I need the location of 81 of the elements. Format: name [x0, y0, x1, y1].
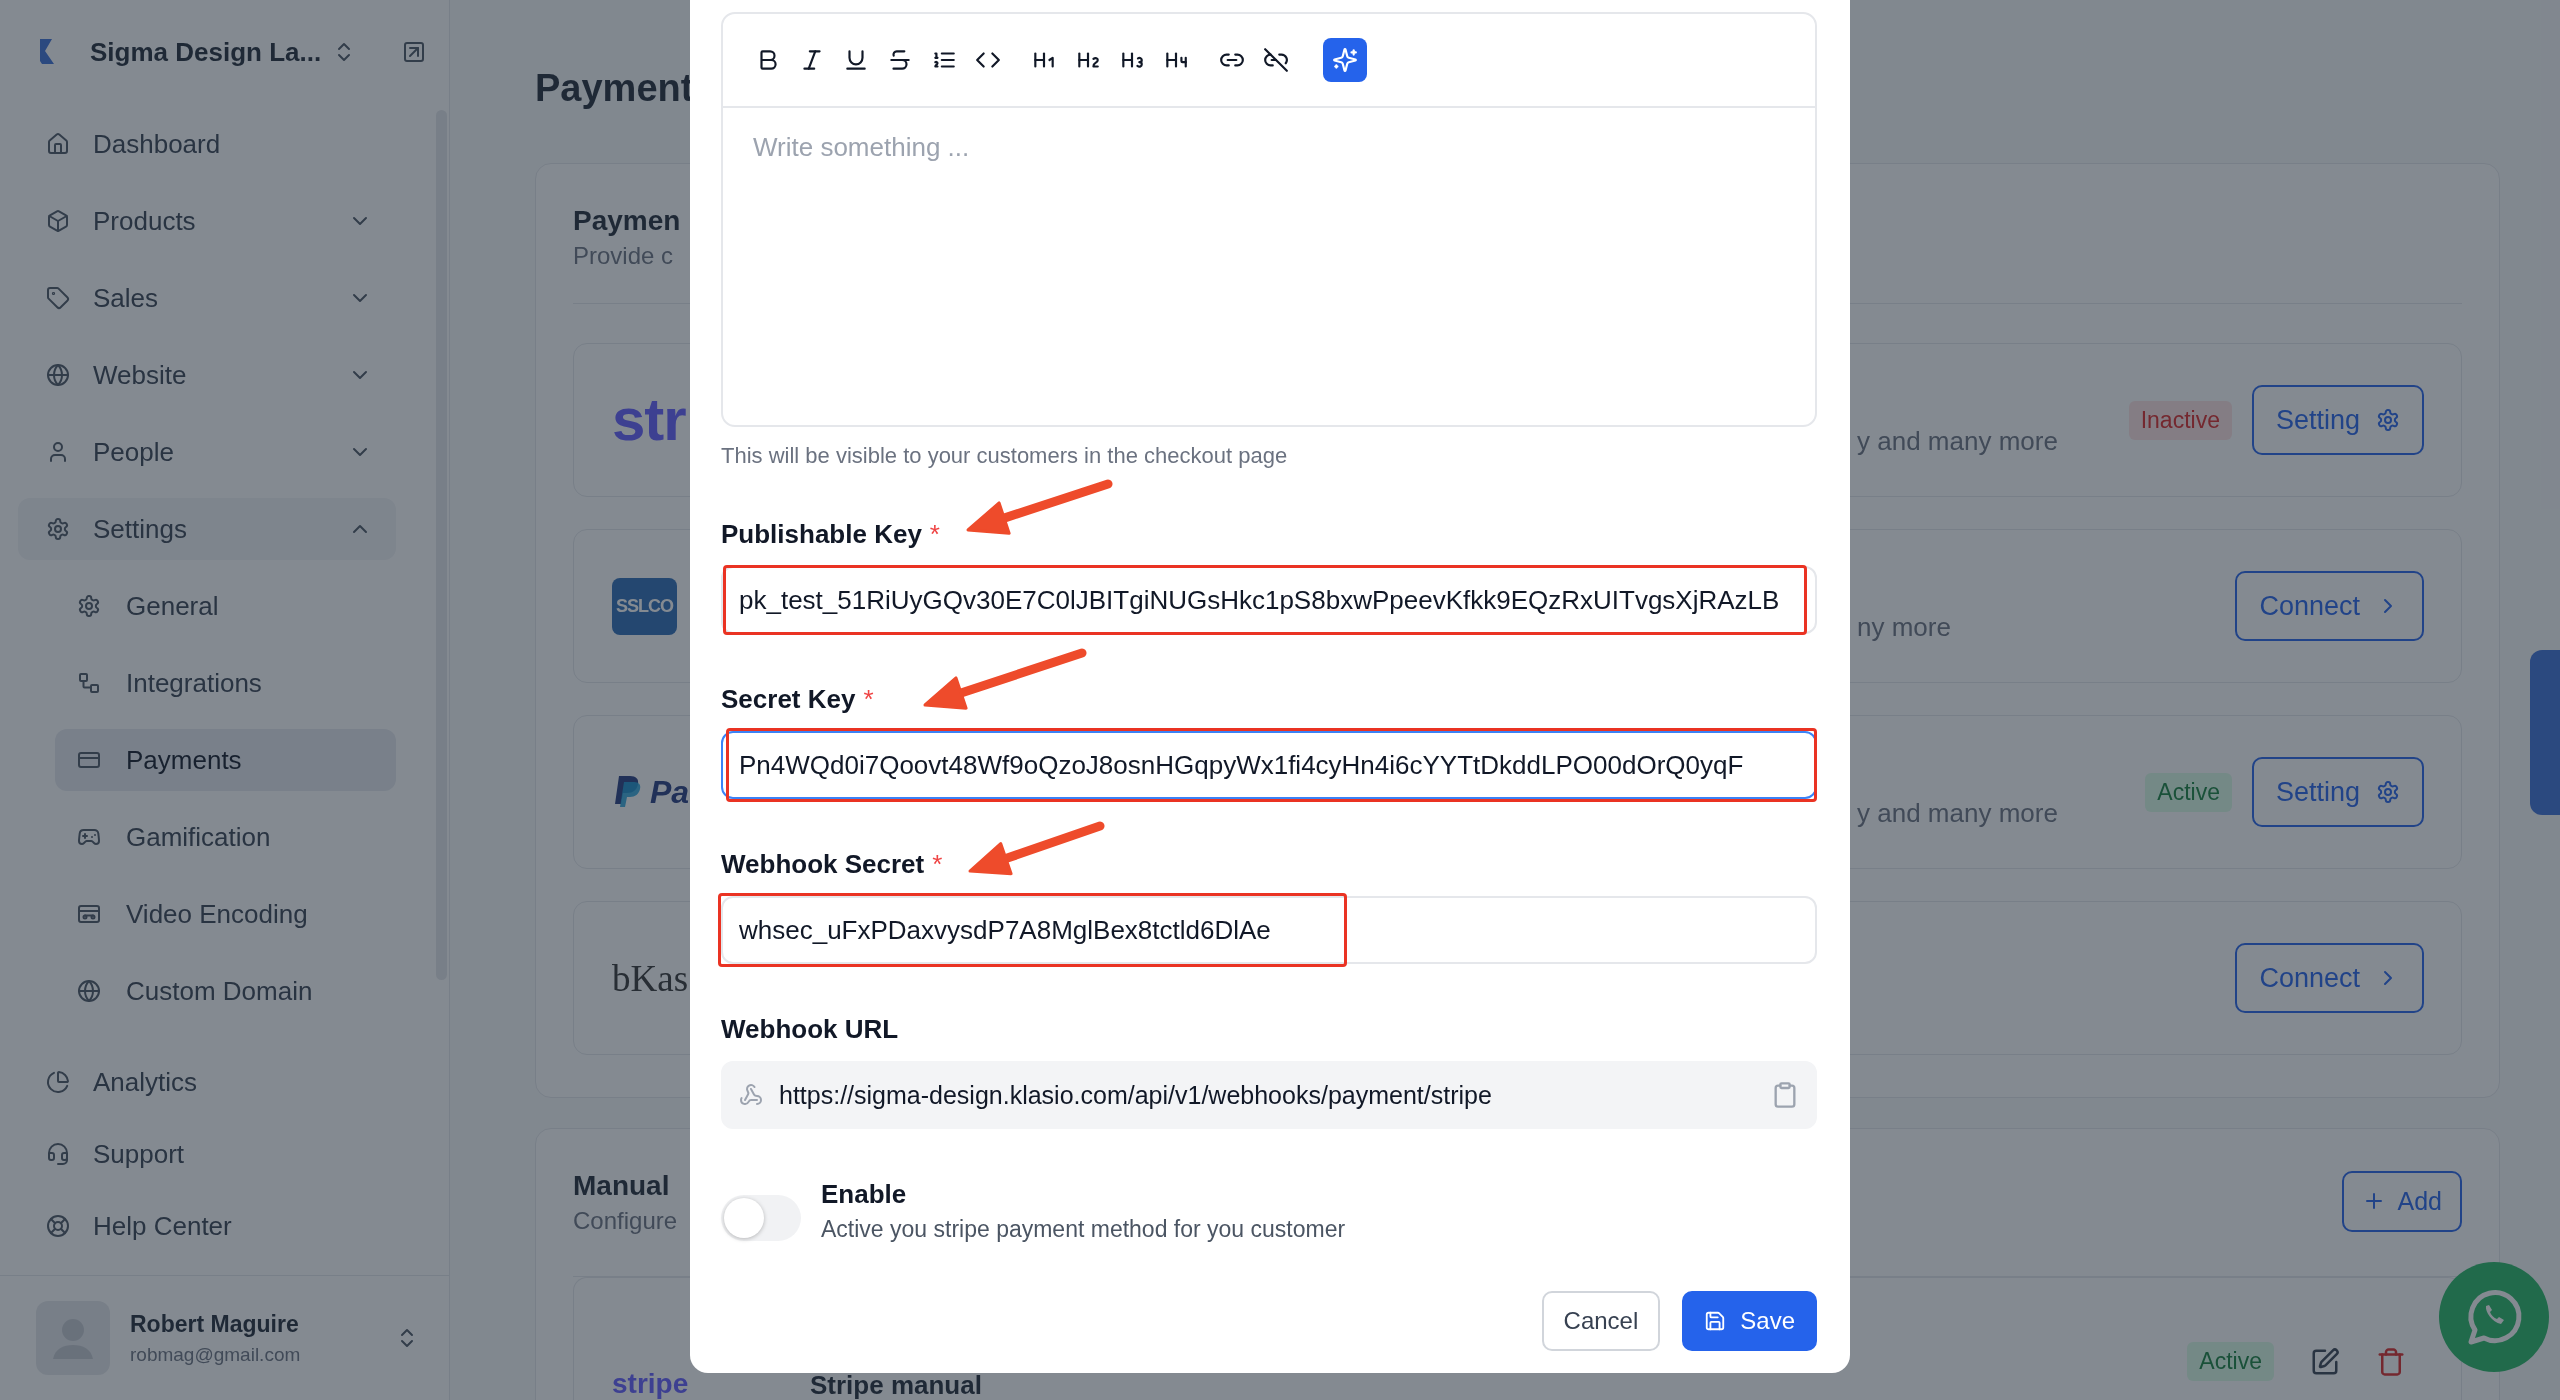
sslcommerz-logo: SSLCO [612, 577, 677, 635]
card-subtitle: Provide c [573, 241, 675, 271]
provider-description: y and many more [1857, 797, 2058, 829]
card-subtitle: Configure [573, 1206, 678, 1236]
external-link-icon[interactable] [402, 40, 426, 64]
method-name: Stripe manual [810, 1372, 982, 1398]
status-badge: Inactive [2128, 400, 2232, 440]
linked-squares-icon [77, 671, 101, 695]
home-icon [46, 132, 70, 156]
field-label: Secret Key [721, 683, 856, 715]
underline-icon [843, 47, 869, 73]
paypal-logo: Pa [650, 773, 690, 811]
sparkles-icon [1332, 47, 1358, 73]
nav-subitem[interactable]: Integrations [55, 652, 396, 714]
nav-item[interactable]: Support [18, 1123, 396, 1185]
nav-item[interactable]: People [18, 421, 396, 483]
globe-icon [46, 363, 70, 387]
nav-subitem[interactable]: Video Encoding [55, 883, 396, 945]
status-badge: Active [2187, 1342, 2274, 1381]
page-title: Payment [535, 66, 695, 111]
nav-item[interactable]: Analytics [18, 1051, 396, 1113]
stripe-logo: str [612, 390, 686, 450]
user-name: Robert Maguire [130, 1310, 300, 1338]
add-button[interactable]: Add [2341, 1170, 2462, 1232]
avatar-silhouette-icon [36, 1301, 110, 1375]
status-badge: Active [2145, 772, 2232, 812]
strikethrough-icon [887, 47, 913, 73]
webhook-icon [739, 1083, 763, 1107]
nav-item[interactable]: Website [18, 344, 396, 406]
provider-description: ny more [1857, 611, 1951, 643]
nav-item[interactable]: Help Center [18, 1195, 396, 1257]
helper-text: This will be visible to your customers in the checkout page [721, 443, 1289, 469]
card-title: Paymen [573, 204, 682, 238]
tag-icon [46, 286, 70, 310]
cassette-icon [77, 902, 101, 926]
user-email: robmag@gmail.com [130, 1343, 302, 1366]
connect-button[interactable]: Connect [2235, 943, 2424, 1013]
url-text: https://sigma-design.klasio.com/api/v1/webhooks/payment/stripe [779, 1080, 1493, 1110]
save-icon [1704, 1310, 1727, 1332]
headset-icon [46, 1142, 70, 1166]
settings-icon [77, 594, 101, 618]
nav-item[interactable]: Dashboard [18, 113, 396, 175]
nav-subitem[interactable]: General [55, 575, 396, 637]
save-button[interactable]: Save [1682, 1291, 1817, 1351]
nav-subitem[interactable]: Gamification [55, 806, 396, 868]
field-label: Publishable Key [721, 518, 922, 550]
toggle-description: Active you stripe payment method for you customer [821, 1216, 1346, 1243]
edit-icon[interactable] [2310, 1346, 2340, 1377]
toggle-switch[interactable] [721, 1195, 801, 1241]
paypal-mark-icon [612, 775, 642, 809]
field-label: Webhook URL [721, 1013, 899, 1045]
cancel-button[interactable]: Cancel [1541, 1291, 1661, 1351]
required-mark: * [932, 848, 943, 880]
pie-chart-icon [46, 1070, 70, 1094]
lifebuoy-icon [46, 1214, 70, 1238]
required-mark: * [929, 518, 940, 550]
nav-item[interactable]: Settings [18, 498, 396, 560]
nav-item[interactable]: Sales [18, 267, 396, 329]
globe-icon [77, 979, 101, 1003]
provider-description: y and many more [1857, 425, 2058, 457]
field-label: Webhook Secret [721, 848, 925, 880]
nav-subitem[interactable]: Payments [55, 729, 396, 791]
workspace-name[interactable]: Sigma Design La... [90, 36, 320, 68]
unlink-icon [1263, 47, 1289, 73]
bkash-logo: bKas [612, 956, 689, 1000]
text-editor-field[interactable]: Write something ... [723, 108, 1815, 425]
card-title: Manual [573, 1169, 671, 1203]
required-mark: * [863, 683, 874, 715]
url-field[interactable]: https://sigma-design.klasio.com/api/v1/webhooks/payment/stripe [721, 1061, 1817, 1129]
setting-button[interactable]: Setting [2251, 757, 2424, 827]
settings-icon [46, 517, 70, 541]
settings-icon [2376, 780, 2400, 804]
toggle-label: Enable [821, 1179, 908, 1210]
cube-icon [46, 209, 70, 233]
nav-item[interactable]: Products [18, 190, 396, 252]
nav-subitem[interactable]: Custom Domain [55, 960, 396, 1022]
settings-icon [2376, 408, 2400, 432]
setting-button[interactable]: Setting [2251, 385, 2424, 455]
connect-button[interactable]: Connect [2235, 571, 2424, 641]
delete-icon[interactable] [2376, 1346, 2406, 1377]
ai-assist-button[interactable] [1323, 38, 1367, 82]
